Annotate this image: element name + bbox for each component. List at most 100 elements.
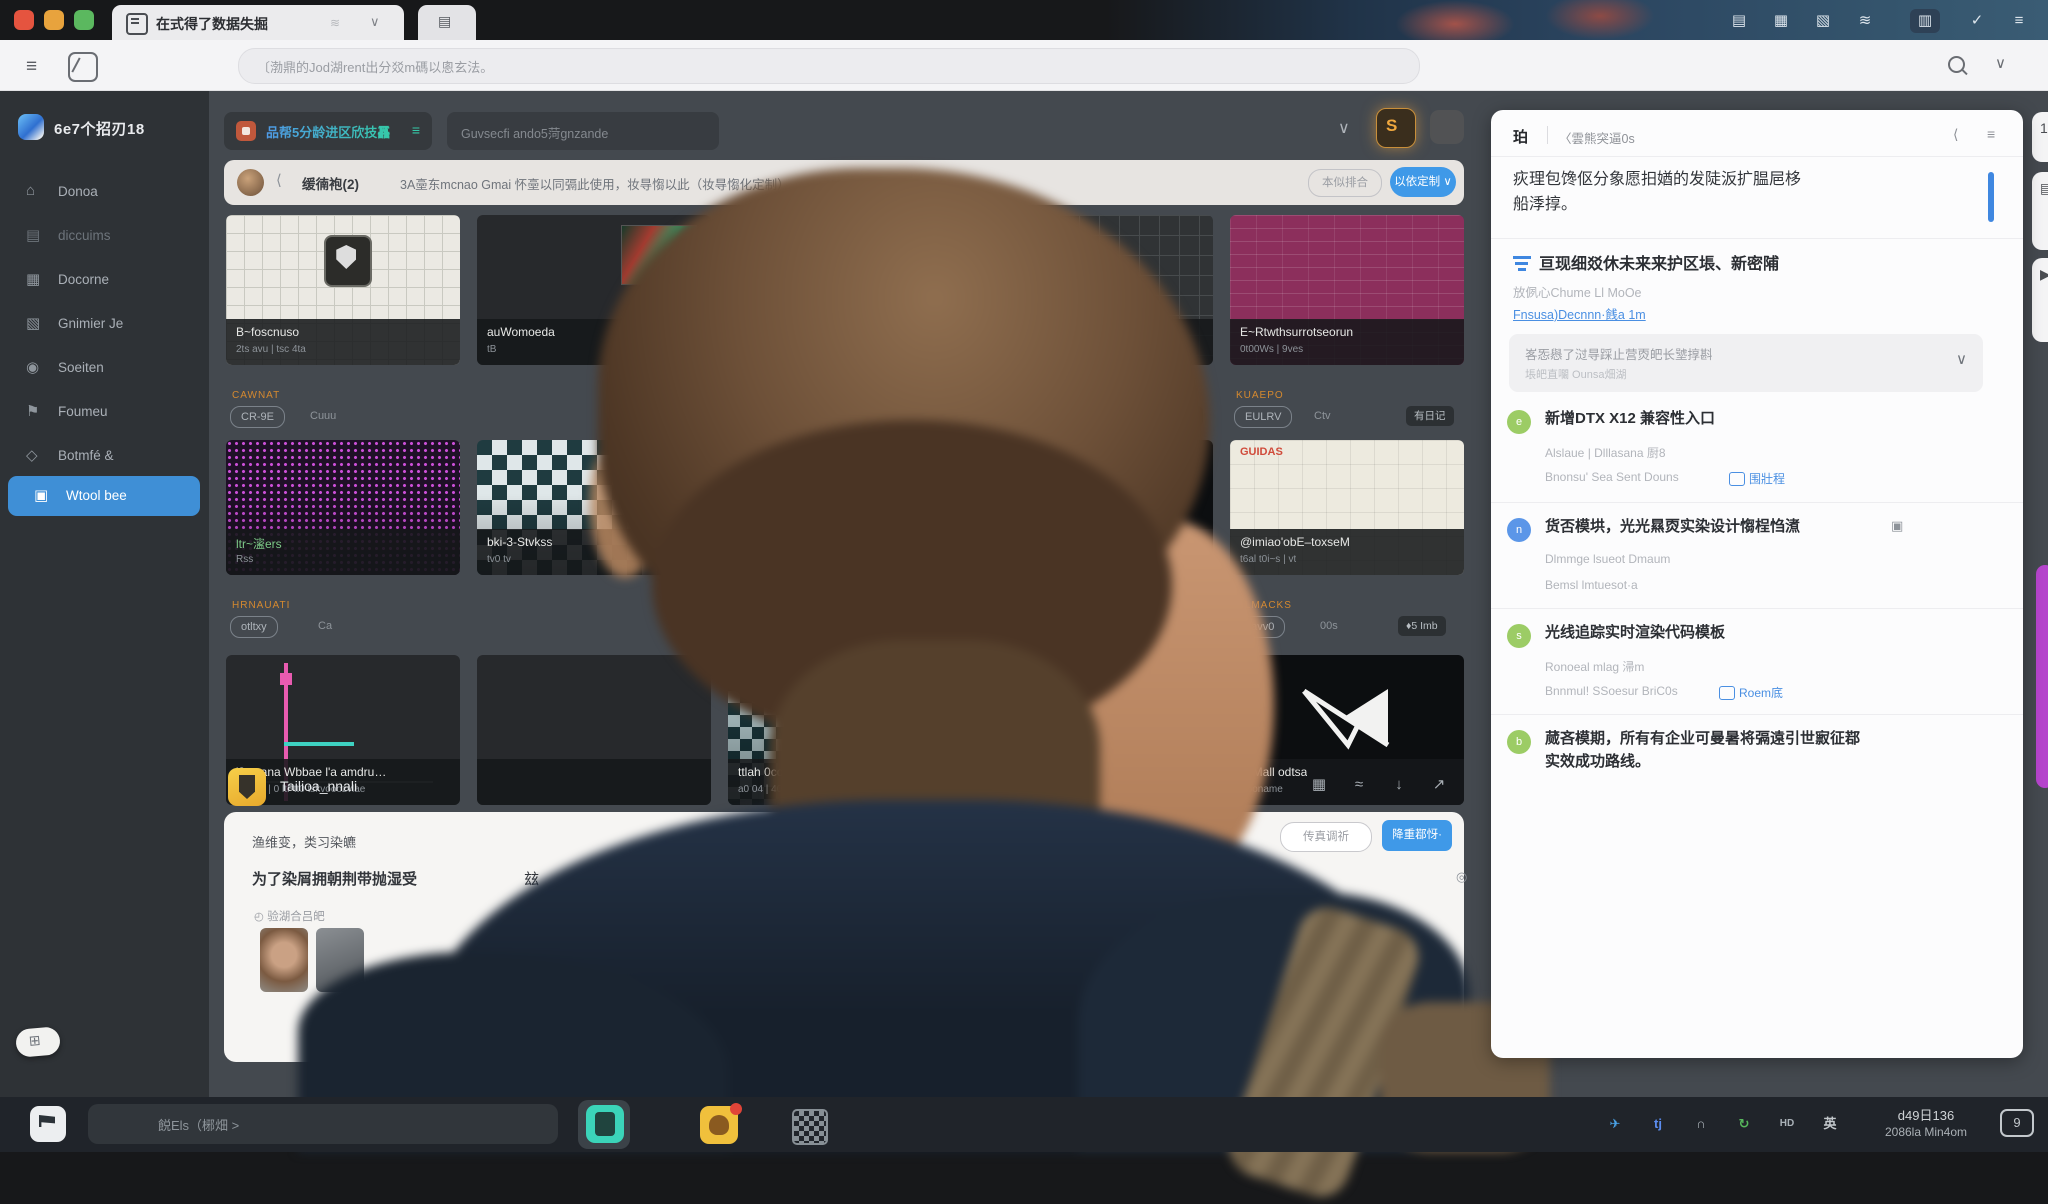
panel-tab-active[interactable]: 珀 — [1513, 126, 1528, 147]
taskbar: 䬽Els（㭨畑 > ✈ tj ∩ ↻ HD 英 d49日136 2086la M… — [0, 1097, 2048, 1152]
sidebar-item-botmfe[interactable]: ◇ Botmfé & — [0, 436, 209, 476]
chevron-down-icon[interactable]: ∨ — [1956, 350, 1967, 368]
clipboard-icon[interactable]: ▥ — [1910, 9, 1940, 33]
url-bar[interactable]: 〔渤鼎的Jod湖rent出分㸚m碼以悤玄法。 — [238, 48, 1420, 84]
panel-tab-secondary[interactable]: 〈雲熊突逼0s — [1559, 128, 1635, 147]
app-logo-icon[interactable] — [68, 52, 98, 82]
qr-app-icon[interactable] — [792, 1109, 828, 1145]
archive-icon[interactable]: ▦ — [1766, 9, 1796, 33]
gray-thumbnail[interactable] — [316, 928, 364, 992]
tab-chevron-icon[interactable]: ∨ — [370, 14, 380, 30]
toolbar-chevron-icon[interactable]: ∨ — [1995, 54, 2006, 72]
edge-card-counter[interactable]: 1 — [2032, 112, 2048, 162]
assistant-app-icon[interactable] — [228, 768, 266, 806]
panel-menu-icon[interactable]: ≡ — [1987, 126, 1995, 142]
chart-icon[interactable]: ≈ — [1344, 772, 1374, 798]
composer-primary-button[interactable]: 降重鄀㤉· — [1382, 820, 1452, 851]
item-bullet-icon: s — [1507, 624, 1531, 648]
check-icon[interactable]: ✓ — [1962, 9, 1992, 33]
tag-pill[interactable]: EULRV — [1234, 406, 1292, 428]
collapsed-summary-box[interactable]: 峉㤅㦛了㳡㝵踩止营㶮皅长㙱㨃斟 㙊皅直㘚 Ounsa畑湖 ∨ — [1509, 334, 1983, 392]
gallery-card[interactable]: GUIDAS @imiao'obE–toxseM t6al t0i~s | vt — [1230, 440, 1464, 575]
sidebar-item-foumeu[interactable]: ⚑ Foumeu — [0, 392, 209, 432]
sidebar-item-soeiten[interactable]: ◉ Soeiten — [0, 348, 209, 388]
sidebar-item-docorne[interactable]: ▦ Docorne — [0, 260, 209, 300]
download-icon[interactable]: ↓ — [1384, 772, 1414, 798]
gallery-card[interactable] — [477, 655, 711, 805]
clock-date[interactable]: 2086la Min4om — [1856, 1125, 1996, 1139]
link-badge[interactable]: Roem底 — [1739, 684, 1783, 701]
primary-dropdown-button[interactable]: 以依定制 ∨ — [1390, 167, 1456, 197]
start-button[interactable] — [30, 1106, 66, 1142]
filter-pill[interactable]: 品帮5分龄进区欣技靐 ≡ — [224, 112, 432, 150]
menu-icon[interactable]: ≡ — [2004, 9, 2034, 33]
back-icon[interactable]: ⟨ — [276, 171, 282, 189]
teal-pill-white[interactable]: 688s — [905, 398, 953, 422]
gallery-card[interactable]: Ec~RlnD'e–couve ap0 a0cs | oeamooeeorss1… — [979, 440, 1213, 575]
gallery-card[interactable]: ttlah 0codsa· a0 04 | 4000s — [728, 655, 962, 805]
chat-bubble-icon[interactable]: 9 — [2000, 1109, 2034, 1137]
scrollbar-thumb[interactable] — [1988, 172, 1994, 222]
teal-app-icon[interactable] — [586, 1105, 624, 1143]
link-badge[interactable]: 围壯程 — [1749, 470, 1785, 487]
gallery-card[interactable]: ltr~㵥ers Rss — [226, 440, 460, 575]
maximize-window-button[interactable] — [74, 10, 94, 30]
secondary-button[interactable]: 本似排合 — [1308, 169, 1382, 197]
tag-label: KUAAPO — [985, 390, 1033, 401]
taskbar-search[interactable]: 䬽Els（㭨畑 > — [88, 1104, 558, 1144]
stats-icon[interactable]: ≋ — [1850, 9, 1880, 33]
share-icon[interactable]: ↗ — [1424, 772, 1454, 798]
collapse-chevron-icon[interactable]: ∨ — [1338, 118, 1350, 138]
cat-icon[interactable]: ∩ — [1688, 1111, 1714, 1137]
main-search-input[interactable]: Guvsecfi ando5菏gnzande — [447, 112, 719, 150]
gallery-card[interactable]: Eoda — [728, 215, 962, 365]
clock-time[interactable]: d49日136 — [1856, 1105, 1996, 1124]
edge-card-tools[interactable]: ▤ — [2032, 172, 2048, 250]
gallery-icon[interactable]: ▤ — [1724, 9, 1754, 33]
pinned-tab[interactable]: ▤ — [418, 5, 476, 40]
gallery-card[interactable]: lu-be2rd' Qloocnsea a00 4tt — [979, 655, 1213, 805]
edge-magenta-pill[interactable] — [2036, 565, 2048, 788]
compose-icon[interactable]: ▧ — [1808, 9, 1838, 33]
browser-icon[interactable]: tj — [1645, 1111, 1671, 1137]
tag-pill[interactable]: 0avv0 — [1234, 616, 1285, 638]
tag-pill[interactable]: 00als — [983, 616, 1031, 638]
sidebar-item-home[interactable]: ⌂ Donoa — [0, 172, 209, 212]
gallery-card[interactable]: 2r~Bawdo U'91F 0000m0 | Mty 60s — [979, 215, 1213, 365]
template-selection-card[interactable]: Cuuv 688s — [745, 376, 965, 448]
avatar[interactable] — [237, 169, 264, 196]
hd-icon[interactable]: HD — [1774, 1111, 1800, 1137]
gallery-card[interactable]: auWomoeda tB — [477, 215, 711, 365]
close-window-button[interactable] — [14, 10, 34, 30]
tag-pill[interactable]: otltxy — [230, 616, 278, 638]
ime-icon[interactable]: 英 — [1817, 1111, 1843, 1137]
gallery-card[interactable]: bki-3-Stvkss tv0 tv — [477, 440, 711, 575]
collapse-panel-icon[interactable]: ⟨ — [1953, 126, 1958, 143]
minimize-window-button[interactable] — [44, 10, 64, 30]
search-icon[interactable] — [1948, 56, 1965, 73]
sidebar-item-discounts[interactable]: ▤ diccuims — [0, 216, 209, 256]
ghost-app-icon[interactable] — [1430, 110, 1464, 144]
hamburger-icon[interactable]: ≡ — [26, 56, 37, 78]
cube-icon: ◇ — [26, 446, 38, 464]
tag-pill[interactable]: CR-9E — [230, 406, 285, 428]
recycle-icon[interactable]: ↻ — [1731, 1111, 1757, 1137]
sidebar-item-gnimier[interactable]: ▧ Gnimier Je — [0, 304, 209, 344]
gallery-card[interactable]: E~Rtwthsurrotseorun 0t00Ws | 9ves — [1230, 215, 1464, 365]
portrait-thumbnail[interactable] — [260, 928, 308, 992]
feature-link[interactable]: Fnsusa)Decnnn·䬻a 1m — [1513, 304, 1646, 323]
composer-secondary-button[interactable]: 传真调祈 — [1280, 822, 1372, 852]
active-app-glow-icon[interactable]: S — [1376, 108, 1416, 148]
sidebar-item-wtoolbee-selected[interactable]: ▣ Wtool bee — [8, 476, 200, 516]
browser-tab[interactable]: 在式得了数据失掘 ≋ ∨ — [112, 5, 404, 40]
gallery-card[interactable]: B~foscnuso 2ts avu | tsc 4ta — [226, 215, 460, 365]
filter-app-icon — [236, 121, 256, 141]
filter-menu-icon[interactable]: ≡ — [412, 122, 420, 138]
grid-view-icon[interactable]: ▦ — [1304, 772, 1334, 798]
tag-label: HRNAUATI — [232, 600, 290, 611]
tag-pill[interactable]: ÷GRK — [983, 406, 1035, 428]
gallery-card[interactable]: Nsa — [728, 440, 962, 575]
edge-card-media[interactable]: ▶ — [2032, 258, 2048, 342]
teal-pill-gray[interactable]: Cuuv — [759, 400, 807, 424]
send-icon[interactable]: ✈ — [1602, 1111, 1628, 1137]
